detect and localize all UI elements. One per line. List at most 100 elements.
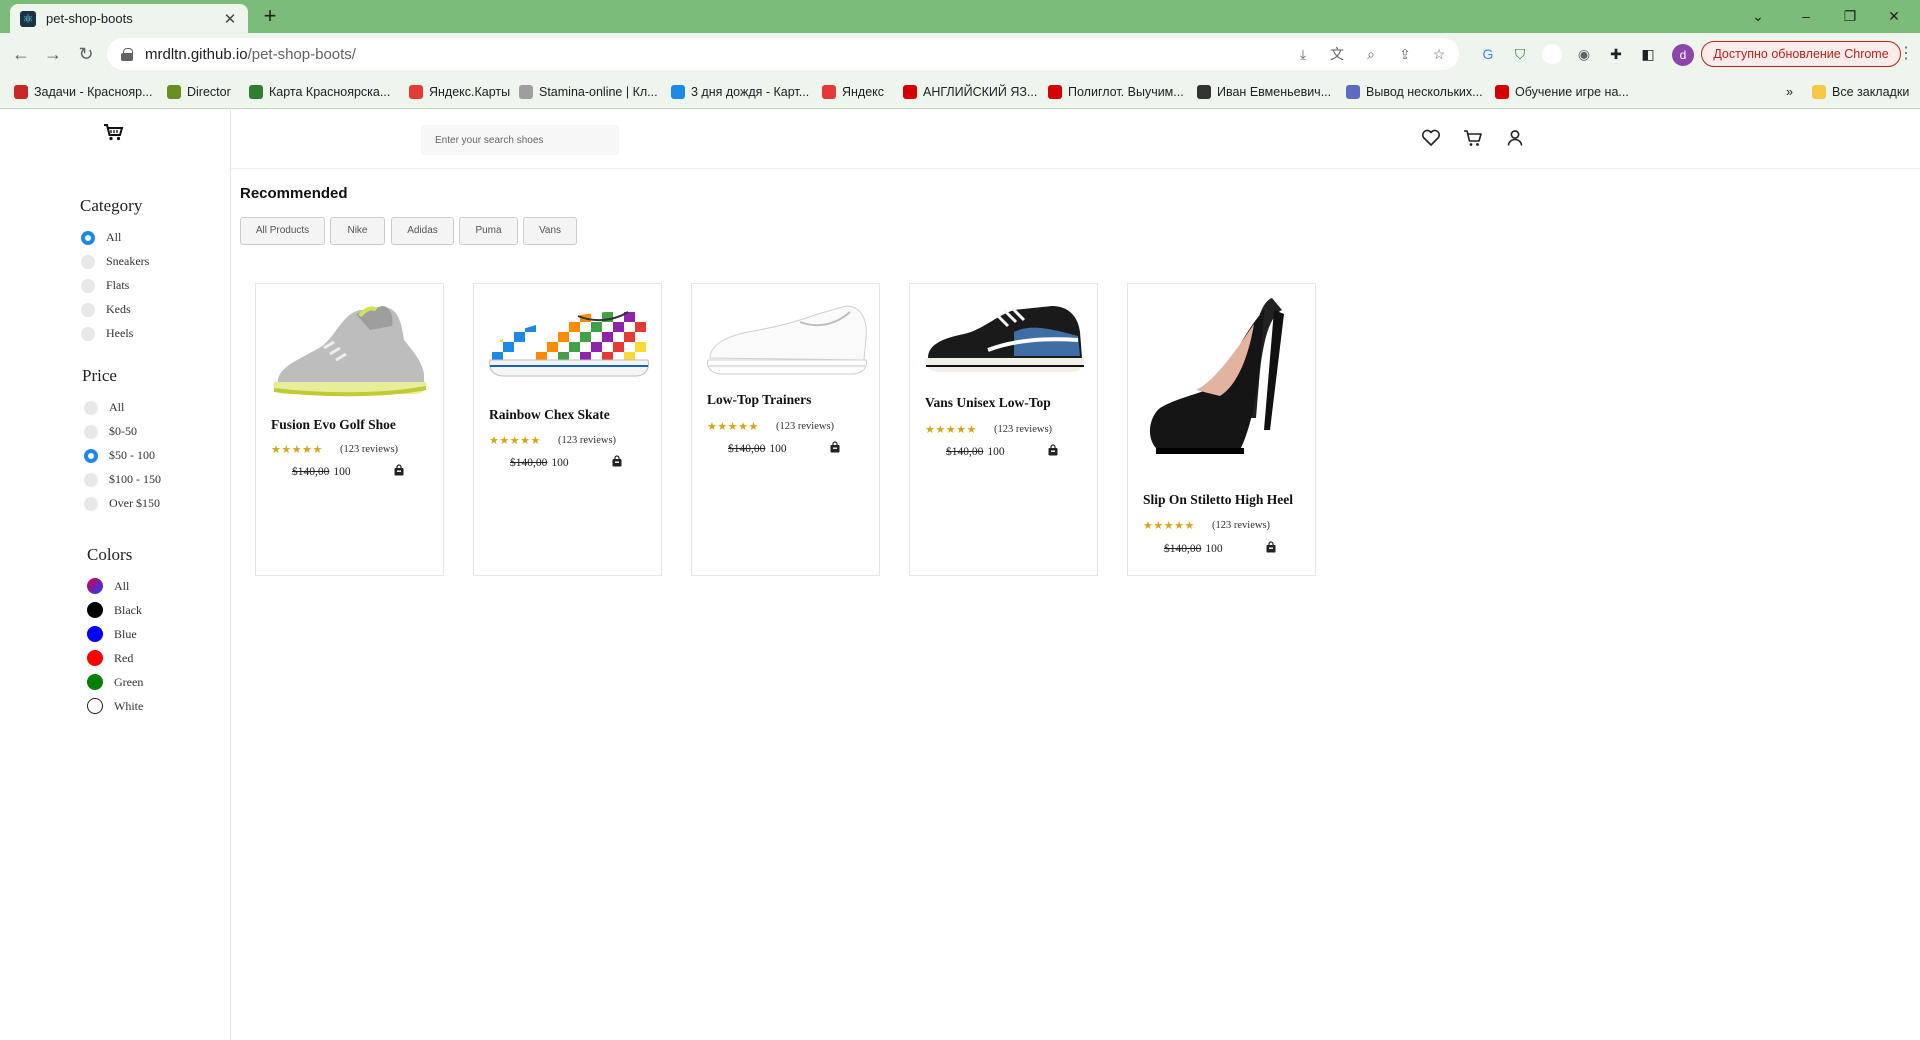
radio-button[interactable] (84, 448, 98, 463)
category-option[interactable]: Flats (81, 278, 129, 293)
browser-tab-active[interactable]: ⚛ pet-shop-boots ✕ (10, 4, 248, 33)
color-swatch[interactable] (87, 626, 103, 642)
search-input[interactable] (421, 125, 619, 155)
product-card[interactable]: Vans Unisex Low-Top ★★★★★ (123 reviews) $14… (909, 283, 1098, 576)
heart-icon[interactable] (1420, 127, 1442, 149)
product-card[interactable]: Low-Top Trainers ★★★★★ (123 reviews) $140,0… (691, 283, 880, 576)
back-arrow-icon[interactable]: ← (8, 41, 34, 67)
chrome-update-button[interactable]: Доступно обновление Chrome (1701, 41, 1901, 67)
radio-button[interactable] (81, 326, 95, 341)
bookmark-item[interactable]: Director (167, 83, 231, 101)
product-price: $140,00 100 (292, 466, 351, 478)
product-image[interactable] (482, 294, 655, 404)
add-to-bag-icon[interactable] (611, 455, 623, 467)
brand-filter-button[interactable]: Vans (523, 217, 577, 245)
new-tab-button[interactable]: + (258, 4, 282, 28)
radio-button[interactable] (81, 254, 95, 269)
add-to-bag-icon[interactable] (829, 441, 841, 453)
color-option[interactable]: White (87, 698, 143, 714)
bookmark-item[interactable]: Яндекс.Карты (409, 83, 510, 101)
brand-filter-button[interactable]: Puma (459, 217, 518, 245)
color-option[interactable]: Red (87, 650, 133, 666)
brand-filter-button[interactable]: Adidas (391, 217, 454, 245)
radio-button[interactable] (84, 496, 98, 511)
blank-extension-icon[interactable] (1542, 44, 1562, 64)
shield-extension-icon[interactable]: ⛉ (1510, 44, 1530, 64)
reload-icon[interactable]: ↻ (73, 41, 99, 67)
user-icon[interactable] (1504, 127, 1526, 149)
bookmark-item[interactable]: Яндекс (822, 83, 884, 101)
lock-icon[interactable] (121, 48, 133, 61)
radio-button[interactable] (81, 278, 95, 293)
bookmark-item[interactable]: 3 дня дождя - Карт... (671, 83, 809, 101)
radio-button[interactable] (84, 472, 98, 487)
add-to-bag-icon[interactable] (1265, 541, 1277, 553)
color-option[interactable]: Blue (87, 626, 137, 642)
bookmark-item[interactable]: Обучение игре на... (1495, 83, 1629, 101)
price-option[interactable]: All (84, 400, 124, 415)
brand-filter-button[interactable]: Nike (330, 217, 385, 245)
star-rating-icon: ★★★★★ (1143, 520, 1195, 532)
radio-button[interactable] (84, 400, 98, 415)
zoom-icon[interactable]: ⌕ (1361, 44, 1381, 64)
color-option[interactable]: All (87, 578, 129, 594)
category-option[interactable]: Heels (81, 326, 133, 341)
tab-search-chevron-icon[interactable]: ⌄ (1738, 4, 1778, 28)
price-option[interactable]: $0-50 (84, 424, 137, 439)
eye-extension-icon[interactable]: ◉ (1574, 44, 1594, 64)
bookmark-item[interactable]: Вывод нескольких... (1346, 83, 1483, 101)
bookmark-item[interactable]: Карта Красноярска... (249, 83, 390, 101)
color-swatch[interactable] (87, 578, 103, 594)
close-window-button[interactable]: ✕ (1874, 4, 1914, 28)
side-panel-icon[interactable]: ◧ (1638, 44, 1658, 64)
radio-button[interactable] (81, 230, 95, 245)
translate-icon[interactable]: 文 (1327, 44, 1347, 64)
price-option[interactable]: Over $150 (84, 496, 160, 511)
color-swatch[interactable] (87, 650, 103, 666)
brand-filter-button[interactable]: All Products (240, 217, 325, 245)
color-swatch[interactable] (87, 674, 103, 690)
add-to-bag-icon[interactable] (393, 464, 405, 476)
price-option[interactable]: $100 - 150 (84, 472, 161, 487)
radio-button[interactable] (81, 302, 95, 317)
extensions-puzzle-icon[interactable]: ✚ (1606, 44, 1626, 64)
product-card[interactable]: Rainbow Chex Skate ★★★★★ (123 reviews) $140… (473, 283, 662, 576)
product-image[interactable] (700, 288, 873, 398)
radio-button[interactable] (84, 424, 98, 439)
shop-cart-logo-icon[interactable] (103, 123, 125, 141)
cart-icon[interactable] (1462, 127, 1484, 149)
bookmark-item[interactable]: Stamina-online | Кл... (519, 83, 658, 101)
add-to-bag-icon[interactable] (1047, 444, 1059, 456)
bookmarks-overflow-button[interactable]: » (1786, 83, 1793, 101)
bookmark-item[interactable]: Полиглот. Выучим... (1048, 83, 1184, 101)
share-icon[interactable]: ⇪ (1395, 44, 1415, 64)
category-option[interactable]: All (81, 230, 121, 245)
bookmark-item[interactable]: Иван Евменьевич... (1197, 83, 1331, 101)
color-swatch[interactable] (87, 602, 103, 618)
chrome-menu-icon[interactable]: ⋮ (1896, 41, 1916, 67)
bookmark-item[interactable]: Задачи - Краснояр... (14, 83, 153, 101)
profile-avatar[interactable]: d (1672, 44, 1694, 66)
old-price: $140,00 (1164, 543, 1202, 555)
color-option[interactable]: Black (87, 602, 142, 618)
forward-arrow-icon[interactable]: → (40, 41, 66, 67)
install-app-icon[interactable]: ⤓ (1293, 44, 1313, 64)
color-option[interactable]: Green (87, 674, 143, 690)
product-image[interactable] (918, 292, 1091, 402)
category-option[interactable]: Sneakers (81, 254, 149, 269)
color-swatch[interactable] (87, 698, 103, 714)
bookmark-item[interactable]: АНГЛИЙСКИЙ ЯЗ... (903, 83, 1037, 101)
restore-window-button[interactable]: ❐ (1830, 4, 1870, 28)
close-tab-icon[interactable]: ✕ (222, 10, 238, 28)
product-image[interactable] (1136, 290, 1309, 480)
bookmark-star-icon[interactable]: ☆ (1429, 44, 1449, 64)
product-image[interactable] (264, 296, 437, 406)
address-bar[interactable]: mrdltn.github.io/pet-shop-boots/ ⤓ 文 ⌕ ⇪… (107, 38, 1459, 70)
product-card[interactable]: Slip On Stiletto High Heel ★★★★★ (123 revi… (1127, 283, 1316, 576)
price-option[interactable]: $50 - 100 (84, 448, 155, 463)
google-translate-extension-icon[interactable]: G (1478, 44, 1498, 64)
category-option[interactable]: Keds (81, 302, 131, 317)
all-bookmarks-item[interactable]: Все закладки (1812, 83, 1909, 101)
minimize-window-button[interactable]: – (1786, 4, 1826, 28)
product-card[interactable]: Fusion Evo Golf Shoe ★★★★★ (123 reviews) $1… (255, 283, 444, 576)
